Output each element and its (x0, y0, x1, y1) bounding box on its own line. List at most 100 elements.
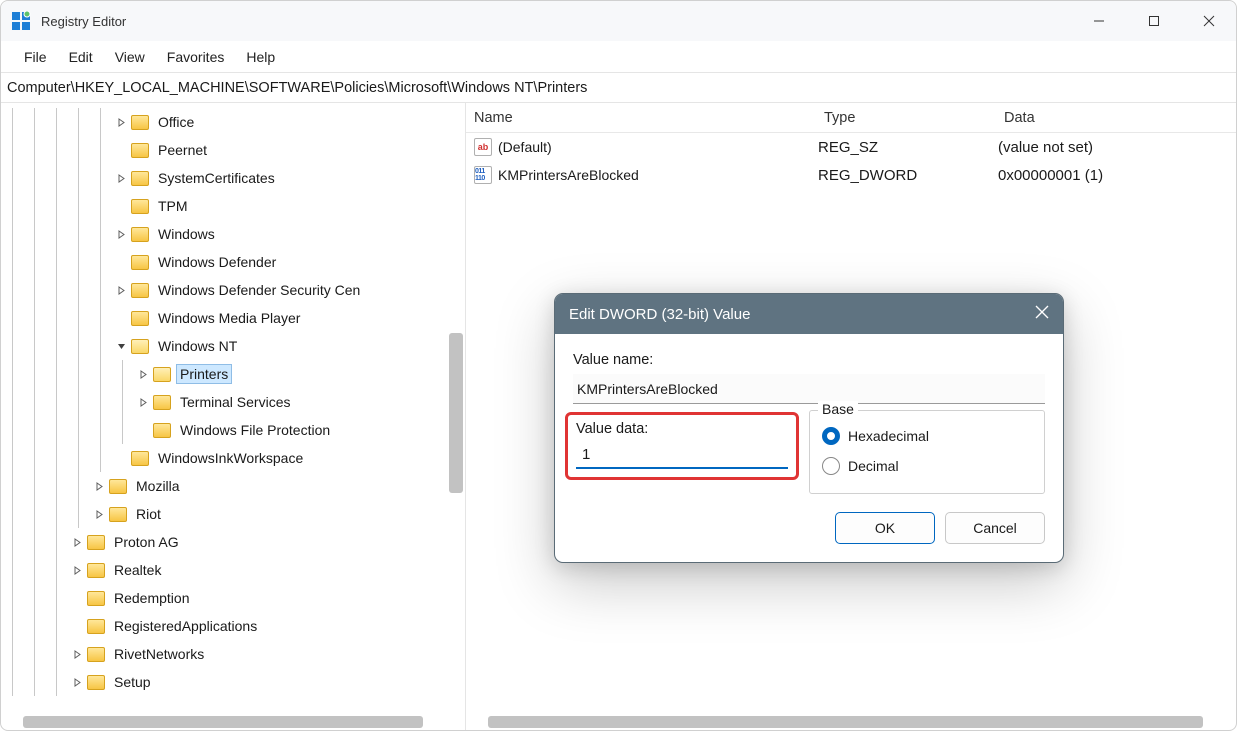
tree-node[interactable]: Windows Defender Security Cen (1, 276, 465, 304)
chevron-right-icon[interactable] (67, 650, 87, 659)
address-bar[interactable]: Computer\HKEY_LOCAL_MACHINE\SOFTWARE\Pol… (1, 73, 1236, 103)
radio-hexadecimal[interactable]: Hexadecimal (822, 421, 1032, 451)
list-horizontal-scrollbar[interactable] (488, 716, 1203, 728)
tree-node[interactable]: Windows (1, 220, 465, 248)
folder-icon (131, 255, 149, 270)
cancel-button[interactable]: Cancel (945, 512, 1045, 544)
tree-node[interactable]: RegisteredApplications (1, 612, 465, 640)
folder-icon (87, 647, 105, 662)
tree-label: Windows NT (155, 337, 240, 355)
radio-decimal[interactable]: Decimal (822, 451, 1032, 481)
chevron-right-icon[interactable] (111, 230, 131, 239)
chevron-right-icon[interactable] (133, 398, 153, 407)
tree-vertical-scrollbar[interactable] (449, 333, 463, 493)
tree-horizontal-scrollbar[interactable] (23, 716, 423, 728)
tree-label: Redemption (111, 589, 193, 607)
folder-icon (131, 451, 149, 466)
maximize-button[interactable] (1126, 1, 1181, 41)
tree-label: Mozilla (133, 477, 183, 495)
menu-edit[interactable]: Edit (58, 45, 104, 69)
tree-node[interactable]: Riot (1, 500, 465, 528)
menu-view[interactable]: View (104, 45, 156, 69)
tree-node[interactable]: SystemCertificates (1, 164, 465, 192)
tree-node[interactable]: Windows Media Player (1, 304, 465, 332)
tree-node[interactable]: Mozilla (1, 472, 465, 500)
column-name[interactable]: Name (474, 110, 824, 126)
string-value-icon: ab (474, 138, 492, 156)
tree-label: Riot (133, 505, 164, 523)
minimize-button[interactable] (1071, 1, 1126, 41)
tree-node[interactable]: Terminal Services (1, 388, 465, 416)
folder-icon (131, 143, 149, 158)
folder-icon (131, 199, 149, 214)
tree-node[interactable]: Windows Defender (1, 248, 465, 276)
ok-button[interactable]: OK (835, 512, 935, 544)
menu-file[interactable]: File (13, 45, 58, 69)
tree-node[interactable]: Windows NT (1, 332, 465, 360)
dialog-titlebar[interactable]: Edit DWORD (32-bit) Value (555, 294, 1063, 334)
chevron-right-icon[interactable] (89, 482, 109, 491)
tree-node[interactable]: Peernet (1, 136, 465, 164)
base-legend: Base (818, 401, 858, 417)
folder-icon (109, 479, 127, 494)
value-row[interactable]: 011 110KMPrintersAreBlockedREG_DWORD0x00… (466, 161, 1236, 189)
chevron-right-icon[interactable] (67, 566, 87, 575)
tree-label: Proton AG (111, 533, 182, 551)
menu-help[interactable]: Help (235, 45, 286, 69)
chevron-down-icon[interactable] (111, 342, 131, 351)
tree-label: RivetNetworks (111, 645, 207, 663)
close-button[interactable] (1181, 1, 1236, 41)
value-data-input[interactable] (576, 441, 788, 469)
radio-icon (822, 427, 840, 445)
chevron-right-icon[interactable] (111, 118, 131, 127)
regedit-icon (11, 11, 31, 31)
edit-dword-dialog: Edit DWORD (32-bit) Value Value name: KM… (554, 293, 1064, 563)
folder-icon (153, 423, 171, 438)
menu-favorites[interactable]: Favorites (156, 45, 236, 69)
tree-label: Realtek (111, 561, 164, 579)
tree-node[interactable]: TPM (1, 192, 465, 220)
tree-label: Windows Media Player (155, 309, 303, 327)
folder-icon (87, 675, 105, 690)
dword-value-icon: 011 110 (474, 166, 492, 184)
tree-node[interactable]: RivetNetworks (1, 640, 465, 668)
folder-icon (87, 535, 105, 550)
tree-node[interactable]: Proton AG (1, 528, 465, 556)
tree-label: SystemCertificates (155, 169, 278, 187)
folder-icon (131, 115, 149, 130)
tree-node[interactable]: Printers (1, 360, 465, 388)
folder-icon (87, 591, 105, 606)
tree-label: Windows File Protection (177, 421, 333, 439)
chevron-right-icon[interactable] (111, 174, 131, 183)
tree-label: Windows Defender Security Cen (155, 281, 363, 299)
dialog-close-icon[interactable] (1035, 305, 1049, 323)
folder-icon (131, 227, 149, 242)
chevron-right-icon[interactable] (111, 286, 131, 295)
column-type[interactable]: Type (824, 110, 1004, 126)
tree-pane: OfficePeernet SystemCertificates TPM Window… (1, 103, 466, 730)
folder-icon (153, 395, 171, 410)
tree-label: Windows Defender (155, 253, 279, 271)
value-name-label: Value name: (573, 352, 1045, 368)
column-data[interactable]: Data (1004, 110, 1236, 126)
tree-node[interactable]: Setup (1, 668, 465, 696)
titlebar: Registry Editor (1, 1, 1236, 41)
value-data-label: Value data: (576, 421, 788, 437)
tree-label: Windows (155, 225, 218, 243)
chevron-right-icon[interactable] (67, 678, 87, 687)
menubar: File Edit View Favorites Help (1, 41, 1236, 73)
tree-node[interactable]: Windows File Protection (1, 416, 465, 444)
value-row[interactable]: ab(Default)REG_SZ(value not set) (466, 133, 1236, 161)
chevron-right-icon[interactable] (67, 538, 87, 547)
chevron-right-icon[interactable] (133, 370, 153, 379)
tree-node[interactable]: Office (1, 108, 465, 136)
chevron-right-icon[interactable] (89, 510, 109, 519)
address-text: Computer\HKEY_LOCAL_MACHINE\SOFTWARE\Pol… (7, 80, 587, 96)
tree-node[interactable]: WindowsInkWorkspace (1, 444, 465, 472)
tree-label: WindowsInkWorkspace (155, 449, 306, 467)
folder-icon (131, 311, 149, 326)
value-name-field[interactable]: KMPrintersAreBlocked (573, 374, 1045, 404)
tree-node[interactable]: Redemption (1, 584, 465, 612)
tree-node[interactable]: Realtek (1, 556, 465, 584)
folder-icon (131, 339, 149, 354)
